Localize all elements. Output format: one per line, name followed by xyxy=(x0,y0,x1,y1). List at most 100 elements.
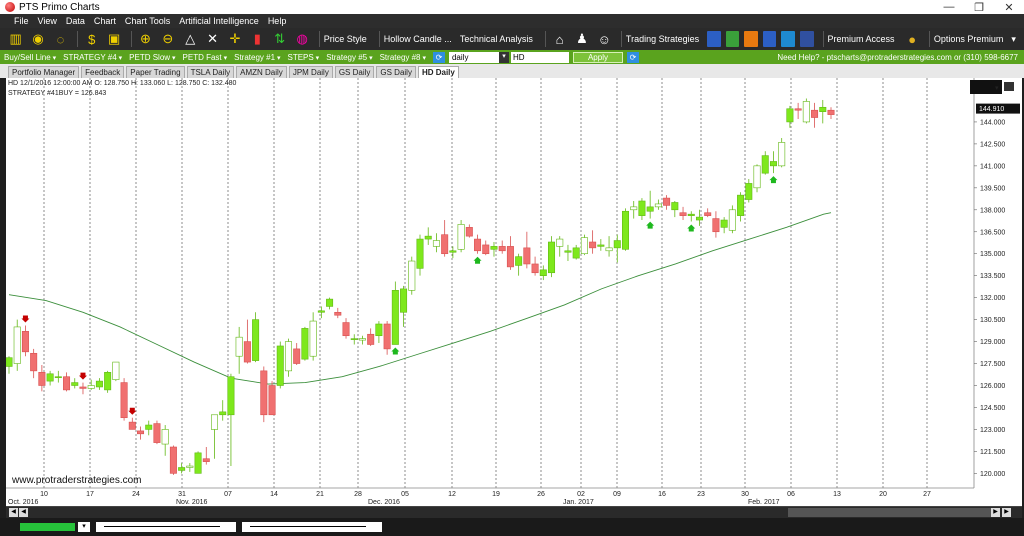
apply-button[interactable]: Apply xyxy=(572,51,623,63)
candle[interactable] xyxy=(572,244,580,260)
candle[interactable] xyxy=(679,206,687,221)
candle[interactable] xyxy=(646,190,654,219)
candle[interactable] xyxy=(728,205,736,234)
menu-file[interactable]: File xyxy=(14,16,29,26)
candle[interactable] xyxy=(424,227,432,245)
users-icon[interactable]: ♟ xyxy=(572,30,591,48)
candle[interactable] xyxy=(391,281,399,345)
maximize-button[interactable]: ❐ xyxy=(964,1,994,14)
candle[interactable] xyxy=(375,321,383,344)
candle[interactable] xyxy=(301,326,309,361)
chevron-down-icon[interactable]: ▾ xyxy=(1011,34,1016,45)
candle[interactable] xyxy=(235,326,243,374)
chevron-down-icon[interactable]: ▾ xyxy=(995,85,999,92)
candle[interactable] xyxy=(350,334,358,345)
candle[interactable] xyxy=(769,151,777,174)
trading-strategies-menu[interactable]: Trading Strategies xyxy=(626,34,699,44)
chart-scrollbar[interactable]: ◀ ◀ ▶ ▶ xyxy=(6,506,1022,518)
candle[interactable] xyxy=(704,208,712,218)
candle[interactable] xyxy=(638,198,646,221)
candle[interactable] xyxy=(761,151,769,175)
period-select[interactable]: daily ▾ xyxy=(448,51,509,63)
candle[interactable] xyxy=(46,370,54,386)
candle[interactable] xyxy=(284,338,292,377)
line-color-swatch[interactable] xyxy=(20,523,75,531)
candles-icon[interactable]: ▮ xyxy=(248,30,267,48)
candle[interactable] xyxy=(326,297,334,310)
candle[interactable] xyxy=(219,400,227,421)
pane-restore-icon[interactable] xyxy=(1004,82,1014,91)
strategy-petd-slow[interactable]: PETD Slow xyxy=(129,53,175,62)
price-style-menu[interactable]: Price Style xyxy=(324,34,367,44)
save-icon[interactable]: ▣ xyxy=(104,30,123,48)
candle[interactable] xyxy=(523,231,531,269)
menu-chart-tools[interactable]: Chart Tools xyxy=(125,16,170,26)
candle[interactable] xyxy=(358,335,366,345)
minimize-button[interactable]: — xyxy=(934,1,964,14)
candle[interactable] xyxy=(268,381,276,416)
strategy-book-3-icon[interactable] xyxy=(744,31,758,47)
strategy-book-1-icon[interactable] xyxy=(707,31,721,47)
candle[interactable] xyxy=(367,328,375,346)
arrows-icon[interactable]: ⇅ xyxy=(270,30,289,48)
tab-gs-daily-2[interactable]: GS Daily xyxy=(376,66,416,78)
candle[interactable] xyxy=(506,236,514,270)
candle[interactable] xyxy=(465,224,473,238)
candle[interactable] xyxy=(802,98,810,124)
candle[interactable] xyxy=(794,102,802,119)
candle[interactable] xyxy=(441,220,449,257)
candle[interactable] xyxy=(457,220,465,253)
strategy-book-2-icon[interactable] xyxy=(725,31,740,47)
candle[interactable] xyxy=(334,307,342,319)
candle[interactable] xyxy=(137,426,145,440)
candle[interactable] xyxy=(695,209,703,226)
strategy-5[interactable]: Strategy #5 xyxy=(326,53,372,62)
candle[interactable] xyxy=(663,195,671,210)
symbol-input[interactable]: HD xyxy=(510,51,569,63)
candle[interactable] xyxy=(79,382,87,395)
scroll-right-icon[interactable]: ▶ xyxy=(991,508,1000,517)
tab-amzn-daily[interactable]: AMZN Daily xyxy=(236,66,287,78)
candle[interactable] xyxy=(720,217,728,234)
menu-help[interactable]: Help xyxy=(268,16,287,26)
chat-icon[interactable]: ◌ xyxy=(51,30,70,48)
candle[interactable] xyxy=(95,378,103,390)
tab-tsla-daily[interactable]: TSLA Daily xyxy=(186,66,235,78)
candle[interactable] xyxy=(120,378,128,421)
candle[interactable] xyxy=(260,366,268,423)
candle[interactable] xyxy=(317,306,325,319)
candle[interactable] xyxy=(745,179,753,203)
strategy-8[interactable]: Strategy #8 xyxy=(380,53,426,62)
scroll-thumb[interactable] xyxy=(788,508,993,517)
candle[interactable] xyxy=(564,244,572,262)
candle[interactable] xyxy=(128,417,136,430)
candle[interactable] xyxy=(753,164,761,193)
candle[interactable] xyxy=(252,312,260,363)
strategy-book-5-icon[interactable] xyxy=(781,31,795,47)
pyramid-icon[interactable]: △ xyxy=(181,30,200,48)
bar-chart-icon[interactable]: ▥ xyxy=(6,30,25,48)
candle[interactable] xyxy=(597,239,605,251)
lightbulb-icon[interactable]: ◉ xyxy=(28,30,47,48)
premium-badge-icon[interactable]: ● xyxy=(903,30,922,48)
close-window-button[interactable]: ✕ xyxy=(994,1,1024,14)
strategy-1[interactable]: Strategy #1 xyxy=(234,53,280,62)
candle[interactable] xyxy=(498,240,506,254)
tab-paper-trading[interactable]: Paper Trading xyxy=(126,66,185,78)
candle[interactable] xyxy=(580,234,588,256)
candle[interactable] xyxy=(786,105,794,128)
line-style-select[interactable] xyxy=(96,522,236,532)
candle[interactable] xyxy=(548,236,556,278)
candle[interactable] xyxy=(432,233,440,253)
candle[interactable] xyxy=(178,463,186,474)
candle[interactable] xyxy=(211,414,219,459)
candle[interactable] xyxy=(21,325,29,357)
strategy-steps[interactable]: STEPS xyxy=(288,53,320,62)
candle[interactable] xyxy=(811,102,819,128)
candle[interactable] xyxy=(309,312,317,361)
candle[interactable] xyxy=(186,463,194,472)
candle[interactable] xyxy=(400,285,408,327)
candle[interactable] xyxy=(243,319,251,364)
home-icon[interactable]: ⌂ xyxy=(550,30,569,48)
candle[interactable] xyxy=(531,256,539,276)
